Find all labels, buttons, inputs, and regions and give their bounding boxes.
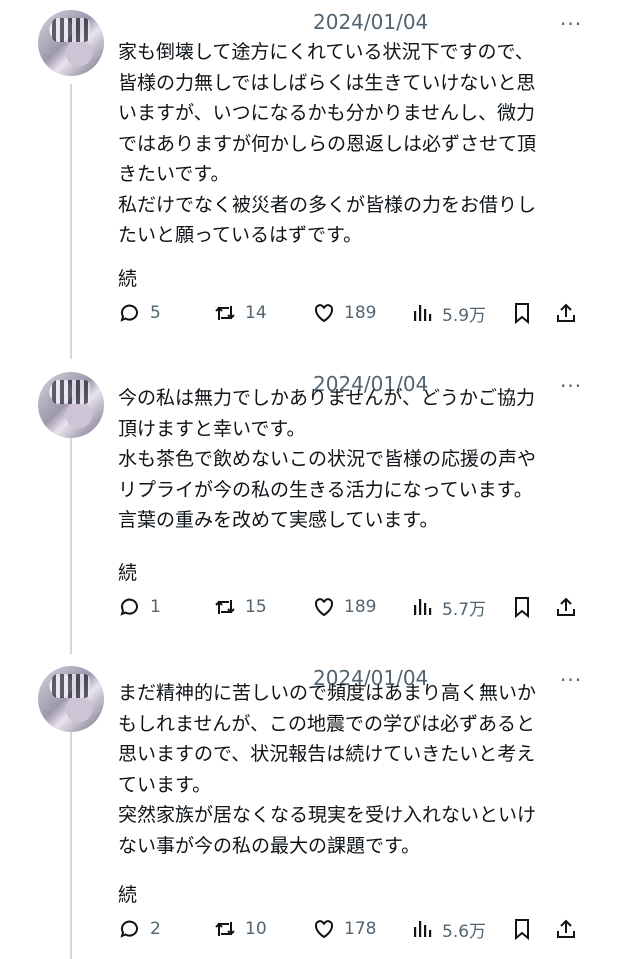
tweet-text: 今の私は無力でしかありませんが、どうかご協力 頂けますと幸いです。 水も茶色で飲… [118,383,598,536]
text-line: たいと願っているはずです。 [118,224,363,246]
reply-icon [120,598,138,616]
text-line: 頂けますと幸いです。 [118,417,306,440]
view-count: 5.7万 [442,599,487,620]
text-line: ではありますが何かしらの恩返しは必ずさせて頂 [118,132,537,155]
bookmark-icon [515,919,529,941]
retweet-count: 15 [245,597,267,617]
tweet-text: まだ精神的に苦しいので頻度はあまり高く無いか もしれませんが、この地震での学びは… [118,678,598,861]
continued-label: 続 [118,884,138,906]
reply-button[interactable]: 5 [118,298,161,328]
view-count: 5.9万 [442,305,487,326]
text-line: 突然家族が居なくなる現実を受け入れないといけ [118,804,537,826]
more-options-icon[interactable]: ··· [560,12,582,36]
views-button[interactable]: 5.9万 [410,298,486,328]
retweet-button[interactable]: 15 [213,592,267,622]
thread-connector [70,434,72,654]
text-line: ない事が今の私の最大の課題です。 [118,834,421,857]
avatar[interactable] [38,10,104,76]
reply-button[interactable]: 2 [118,914,161,944]
retweet-button[interactable]: 14 [213,298,267,328]
like-button[interactable]: 189 [312,298,376,328]
reply-icon [120,304,138,322]
retweet-icon [215,922,235,936]
like-count: 178 [344,919,377,939]
action-bar: 1 15 189 5.7万 [118,592,588,622]
bookmark-icon [515,303,529,325]
thread-connector [70,84,72,359]
text-line: 言葉の重みを改めて実感しています。 [118,509,439,531]
views-chart-icon [414,921,432,937]
tweet-text: 家も倒壊して途方にくれている状況下ですので、 皆様の力無しではしばらくは生きてい… [118,37,598,251]
thread-connector [70,728,72,959]
like-count: 189 [344,303,377,323]
bookmark-button[interactable] [510,592,542,622]
view-count: 5.6万 [442,921,487,942]
retweet-icon [215,306,235,320]
like-button[interactable]: 189 [312,592,376,622]
text-line: 皆様の力無しではしばらくは生きていけないと思 [118,71,536,94]
reply-icon [120,920,138,938]
reply-count: 1 [150,597,161,617]
share-button[interactable] [554,592,586,622]
text-line: いますが、いつになるかも分かりませんし、微力 [118,102,536,124]
heart-icon [314,304,334,323]
action-bar: 2 10 178 5.6万 [118,914,588,944]
text-line: 水も茶色で飲めないこの状況で皆様の応援の声や [118,448,537,470]
text-line: リプライが今の私の生きる活力になっています。 [118,478,533,501]
reply-count: 5 [150,303,161,323]
views-chart-icon [414,599,432,615]
retweet-button[interactable]: 10 [213,914,267,944]
continued-label: 続 [118,562,138,584]
like-count: 189 [344,597,377,617]
share-icon [557,919,575,938]
tweet-date[interactable]: 2024/01/04 [313,10,428,34]
heart-icon [314,598,334,617]
views-button[interactable]: 5.6万 [410,914,486,944]
reply-button[interactable]: 1 [118,592,161,622]
share-button[interactable] [554,298,586,328]
text-line: 今の私は無力でしかありませんが、どうかご協力 [118,387,536,409]
continued-label: 続 [118,268,138,290]
text-line: きたいです。 [118,163,230,185]
text-line: 思いますので、状況報告は続けていきたいと考え [118,743,536,765]
avatar[interactable] [38,372,104,438]
share-icon [557,597,575,616]
share-icon [557,303,575,322]
bookmark-button[interactable] [510,298,542,328]
text-line: 私だけでなく被災者の多くが皆様の力をお借りし [118,193,537,216]
avatar[interactable] [38,666,104,732]
views-button[interactable]: 5.7万 [410,592,486,622]
text-line: ています。 [118,773,212,796]
reply-count: 2 [150,919,161,939]
share-button[interactable] [554,914,586,944]
like-button[interactable]: 178 [312,914,376,944]
retweet-icon [215,600,235,614]
retweet-count: 10 [245,919,267,939]
bookmark-button[interactable] [510,914,542,944]
text-line: もしれませんが、この地震での学びは必ずあると [118,712,536,735]
views-chart-icon [414,305,432,321]
action-bar: 5 14 189 5.9万 [118,298,588,328]
retweet-count: 14 [245,303,267,323]
text-line: 家も倒壊して途方にくれている状況下ですので、 [118,41,534,63]
text-line: まだ精神的に苦しいので頻度はあまり高く無いか [118,682,537,704]
heart-icon [314,920,334,939]
bookmark-icon [515,597,529,619]
